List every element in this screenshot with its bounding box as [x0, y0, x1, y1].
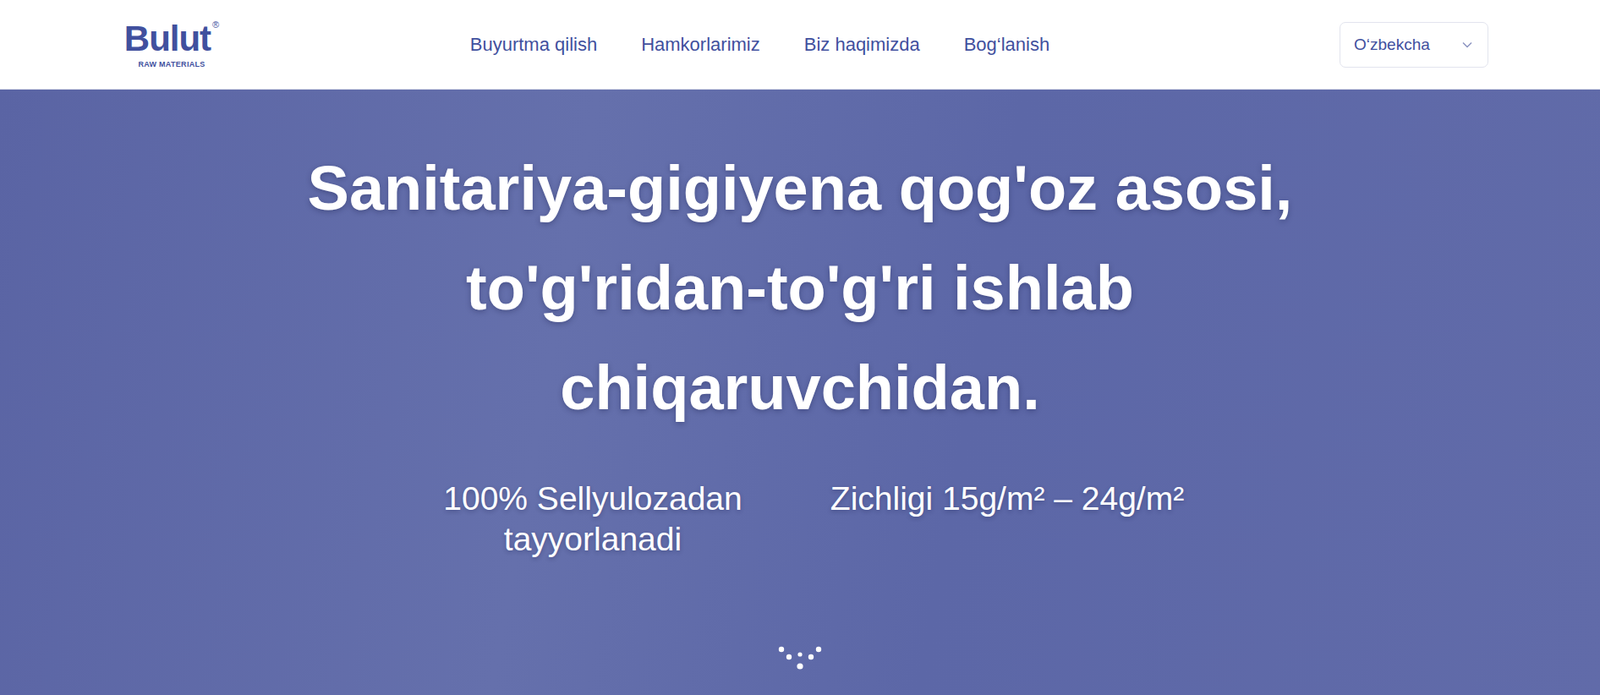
hero-feature: 100% Sellyulozadan tayyorlanadi — [415, 478, 771, 560]
main-nav: Buyurtma qilish Hamkorlarimiz Biz haqimizd… — [230, 33, 1340, 56]
hero-headline: Sanitariya-gigiyena qog'oz asosi, to'g'r… — [275, 138, 1325, 439]
nav-link[interactable]: Buyurtma qilish — [470, 33, 598, 56]
nav-link[interactable]: Hamkorlarimiz — [641, 33, 761, 56]
logo-mark: ® — [212, 19, 220, 30]
logo-name: Bulut — [124, 21, 211, 57]
hero-features: 100% Sellyulozadan tayyorlanadi Zichligi … — [415, 478, 1185, 560]
scroll-down-icon[interactable] — [778, 644, 822, 672]
chevron-down-icon — [1462, 41, 1473, 49]
nav-link[interactable]: Bog‘lanish — [964, 33, 1051, 56]
logo-row: Bulut® — [124, 21, 220, 57]
header: Bulut® RAW MATERIALS Buyurtma qilish Hamkor… — [0, 0, 1600, 90]
language-value: O‘zbekcha — [1353, 35, 1431, 55]
hero-feature: Zichligi 15g/m² – 24g/m² — [829, 478, 1185, 560]
hero: Sanitariya-gigiyena qog'oz asosi, to'g'r… — [0, 89, 1600, 695]
language-select[interactable]: O‘zbekcha — [1339, 21, 1489, 68]
nav-link[interactable]: Biz haqimizda — [804, 33, 921, 56]
page: Bulut® RAW MATERIALS Buyurtma qilish Hamkor… — [0, 0, 1600, 695]
logo[interactable]: Bulut® RAW MATERIALS — [112, 21, 231, 69]
logo-tagline: RAW MATERIALS — [137, 60, 205, 69]
